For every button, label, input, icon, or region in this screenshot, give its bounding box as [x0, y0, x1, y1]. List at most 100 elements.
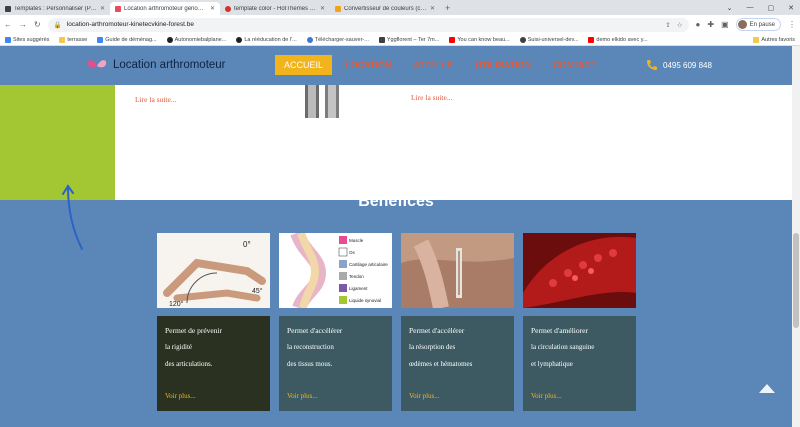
bookmark-label: Guide de déménag...: [105, 36, 157, 43]
read-more-link[interactable]: Lire la suite...: [411, 93, 452, 102]
leg-angle-illustration: 0° 45° 120°: [157, 233, 270, 308]
green-side-block: [0, 85, 115, 200]
tab-label: Location arthromoteur genou/h...: [124, 5, 207, 12]
knee-anatomy-diagram: Muscle Os Cartilage articulaire Tendon L…: [279, 233, 392, 308]
card-line: la résorption des: [409, 342, 456, 351]
page-scrollbar[interactable]: [792, 46, 800, 427]
back-icon[interactable]: ←: [4, 20, 12, 29]
close-window-icon[interactable]: ✕: [788, 4, 794, 12]
other-bookmarks[interactable]: Autres favoris: [753, 36, 795, 43]
read-more-link[interactable]: Lire la suite...: [135, 95, 176, 104]
tab-favicon-icon: [5, 5, 11, 12]
reload-icon[interactable]: ↻: [34, 20, 41, 29]
minimize-icon[interactable]: —: [747, 4, 754, 11]
bookmark-label: Autres favoris: [761, 36, 795, 43]
section-title: Bénéfices: [358, 193, 434, 210]
bookmark-favicon-icon: [97, 36, 104, 43]
bookmark-item[interactable]: You can know beau...: [449, 36, 510, 43]
puzzle-icon[interactable]: ✚: [707, 20, 714, 29]
benefit-image-circulation[interactable]: [523, 233, 636, 308]
benefit-image-tissue[interactable]: Muscle Os Cartilage articulaire Tendon L…: [279, 233, 392, 308]
tab-favicon-icon: [225, 5, 231, 12]
browser-tab[interactable]: template color - HotThemes for... ✕: [220, 2, 330, 15]
window-controls: ⌄ — ▢ ✕: [727, 0, 800, 15]
phone-contact[interactable]: 0495 609 848: [646, 59, 712, 71]
bookmark-item[interactable]: La rééducation de l'...: [236, 36, 297, 43]
diagram-label: Muscle: [349, 238, 364, 243]
bookmark-favicon-icon: [166, 36, 173, 43]
bookmark-label: You can know beau...: [457, 36, 510, 43]
card-line: des tissus mous.: [287, 359, 333, 368]
tab-label: template color - HotThemes for...: [234, 5, 317, 12]
butterfly-logo-icon: [87, 60, 107, 68]
card-title: Permet d'accélérer: [287, 326, 343, 335]
bookmark-item[interactable]: terrasse: [59, 36, 87, 43]
menu-dots-icon[interactable]: ⋮: [788, 20, 796, 29]
tab-label: Convertisseur de couleurs (conv...: [344, 5, 427, 12]
card-line: et lymphatique: [531, 359, 573, 368]
maximize-icon[interactable]: ▢: [768, 4, 775, 12]
bookmark-item[interactable]: Autonomiebalplane...: [166, 36, 227, 43]
benefit-image-edema[interactable]: [401, 233, 514, 308]
bookmark-item[interactable]: Télécharger-sauver-...: [306, 36, 369, 43]
avatar: [737, 20, 747, 29]
bookmarks-bar: Sites suggérés terrasse Guide de déménag…: [0, 34, 800, 46]
menu-item-accueil[interactable]: ACCUEIL: [275, 55, 333, 75]
logo-text: Location arthromoteur: [113, 59, 226, 71]
wordpress-icon: [306, 36, 313, 43]
main-menu: ACCUEIL LOCATION ATTELLE UTILISATION CON…: [275, 55, 605, 75]
close-icon[interactable]: ✕: [320, 5, 325, 12]
browser-tab[interactable]: Templates : Personnaliser (Pyth... ✕: [0, 2, 110, 15]
url-text: location-arthromoteur-kinetecvkine-fores…: [66, 21, 194, 28]
forward-icon[interactable]: →: [19, 20, 27, 29]
site-logo[interactable]: Location arthromoteur: [87, 58, 226, 72]
chevron-down-icon[interactable]: ⌄: [727, 4, 733, 12]
diagram-label: Tendon: [349, 274, 364, 279]
browser-tab-bar: Templates : Personnaliser (Pyth... ✕ Loc…: [0, 0, 800, 15]
close-icon[interactable]: ✕: [210, 5, 215, 12]
close-icon[interactable]: ✕: [430, 5, 435, 12]
bookmark-favicon-icon: [519, 36, 526, 43]
youtube-icon: [449, 36, 456, 43]
menu-item-attelle[interactable]: ATTELLE: [404, 55, 462, 75]
site-header: Location arthromoteur ACCUEIL LOCATION A…: [0, 46, 792, 85]
share-icon[interactable]: ⇪: [665, 21, 670, 29]
diagram-label: Ligament: [349, 286, 368, 291]
tab-favicon-icon: [335, 5, 341, 12]
scroll-to-top-icon[interactable]: [758, 382, 776, 394]
bookmark-item[interactable]: Sites suggérés: [5, 36, 50, 43]
benefit-image-stiffness[interactable]: 0° 45° 120°: [157, 233, 270, 308]
see-more-link[interactable]: Voir plus...: [531, 392, 562, 400]
bookmark-item[interactable]: Suisi-universel-dev...: [519, 36, 578, 43]
bookmark-label: Autonomiebalplane...: [174, 36, 227, 43]
benefit-card: Permet d'accélérer la résorption des œdè…: [401, 316, 514, 411]
diagram-label: Cartilage articulaire: [349, 262, 388, 267]
card-title: Permet d'améliorer: [531, 326, 588, 335]
address-bar[interactable]: 🔒 location-arthromoteur-kinetecvkine-for…: [47, 17, 689, 32]
bookmark-item[interactable]: Guide de déménag...: [97, 36, 157, 43]
close-icon[interactable]: ✕: [100, 5, 105, 12]
bookmark-item[interactable]: Yggflorent – Ter 7m...: [378, 36, 439, 43]
extension-icon[interactable]: ●: [696, 20, 701, 29]
see-more-link[interactable]: Voir plus...: [165, 392, 196, 400]
lock-icon: 🔒: [53, 21, 62, 29]
new-tab-button[interactable]: +: [440, 2, 455, 15]
tab-favicon-icon: [115, 5, 121, 12]
benefit-card: Permet d'améliorer la circulation sangui…: [523, 316, 636, 411]
bookmark-item[interactable]: demo elkido avec y...: [588, 36, 648, 43]
see-more-link[interactable]: Voir plus...: [287, 392, 318, 400]
bookmark-favicon-icon: [236, 36, 243, 43]
menu-item-contact[interactable]: CONTACT: [544, 55, 605, 75]
bookmark-label: Télécharger-sauver-...: [314, 36, 369, 43]
bookmark-star-icon[interactable]: ☆: [677, 21, 683, 29]
menu-item-utilisation[interactable]: UTILISATION: [466, 55, 540, 75]
browser-tab-active[interactable]: Location arthromoteur genou/h... ✕: [110, 2, 220, 15]
sidepanel-icon[interactable]: ▣: [721, 20, 729, 29]
scrollbar-thumb[interactable]: [793, 233, 799, 328]
see-more-link[interactable]: Voir plus...: [409, 392, 440, 400]
profile-button[interactable]: En pause: [735, 18, 781, 31]
bookmark-label: Sites suggérés: [13, 36, 50, 43]
menu-item-location[interactable]: LOCATION: [336, 55, 400, 75]
phone-number: 0495 609 848: [663, 60, 712, 70]
browser-tab[interactable]: Convertisseur de couleurs (conv... ✕: [330, 2, 440, 15]
